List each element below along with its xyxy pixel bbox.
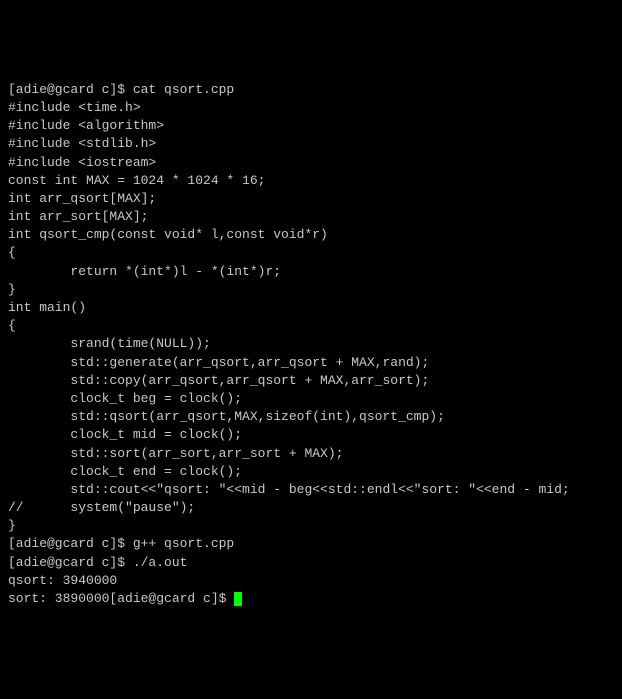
terminal-line: const int MAX = 1024 * 1024 * 16; [8,172,614,190]
cursor-icon [234,592,242,606]
terminal-line: int arr_qsort[MAX]; [8,190,614,208]
terminal-prompt-line[interactable]: sort: 3890000[adie@gcard c]$ [8,591,242,606]
terminal-line: int arr_sort[MAX]; [8,208,614,226]
terminal-line: std::cout<<"qsort: "<<mid - beg<<std::en… [8,481,614,499]
terminal-line: int qsort_cmp(const void* l,const void*r… [8,226,614,244]
terminal-line: return *(int*)l - *(int*)r; [8,263,614,281]
terminal-line: std::sort(arr_sort,arr_sort + MAX); [8,445,614,463]
terminal-final-text: sort: 3890000[adie@gcard c]$ [8,591,234,606]
terminal-line: { [8,244,614,262]
terminal-line: std::copy(arr_qsort,arr_qsort + MAX,arr_… [8,372,614,390]
terminal-line: #include <algorithm> [8,117,614,135]
terminal-line: clock_t end = clock(); [8,463,614,481]
terminal-line: qsort: 3940000 [8,572,614,590]
terminal-line: clock_t beg = clock(); [8,390,614,408]
terminal-line: #include <stdlib.h> [8,135,614,153]
terminal-line: #include <time.h> [8,99,614,117]
terminal-line: std::generate(arr_qsort,arr_qsort + MAX,… [8,354,614,372]
terminal-line: clock_t mid = clock(); [8,426,614,444]
terminal-line: int main() [8,299,614,317]
terminal-line: } [8,517,614,535]
terminal-line: std::qsort(arr_qsort,MAX,sizeof(int),qso… [8,408,614,426]
terminal-line: #include <iostream> [8,154,614,172]
terminal-line: [adie@gcard c]$ cat qsort.cpp [8,81,614,99]
terminal-line: { [8,317,614,335]
terminal-line: srand(time(NULL)); [8,335,614,353]
terminal-line: [adie@gcard c]$ g++ qsort.cpp [8,535,614,553]
terminal-line: [adie@gcard c]$ ./a.out [8,554,614,572]
terminal-line: } [8,281,614,299]
terminal-line: // system("pause"); [8,499,614,517]
terminal-output: [adie@gcard c]$ cat qsort.cpp#include <t… [8,81,614,608]
